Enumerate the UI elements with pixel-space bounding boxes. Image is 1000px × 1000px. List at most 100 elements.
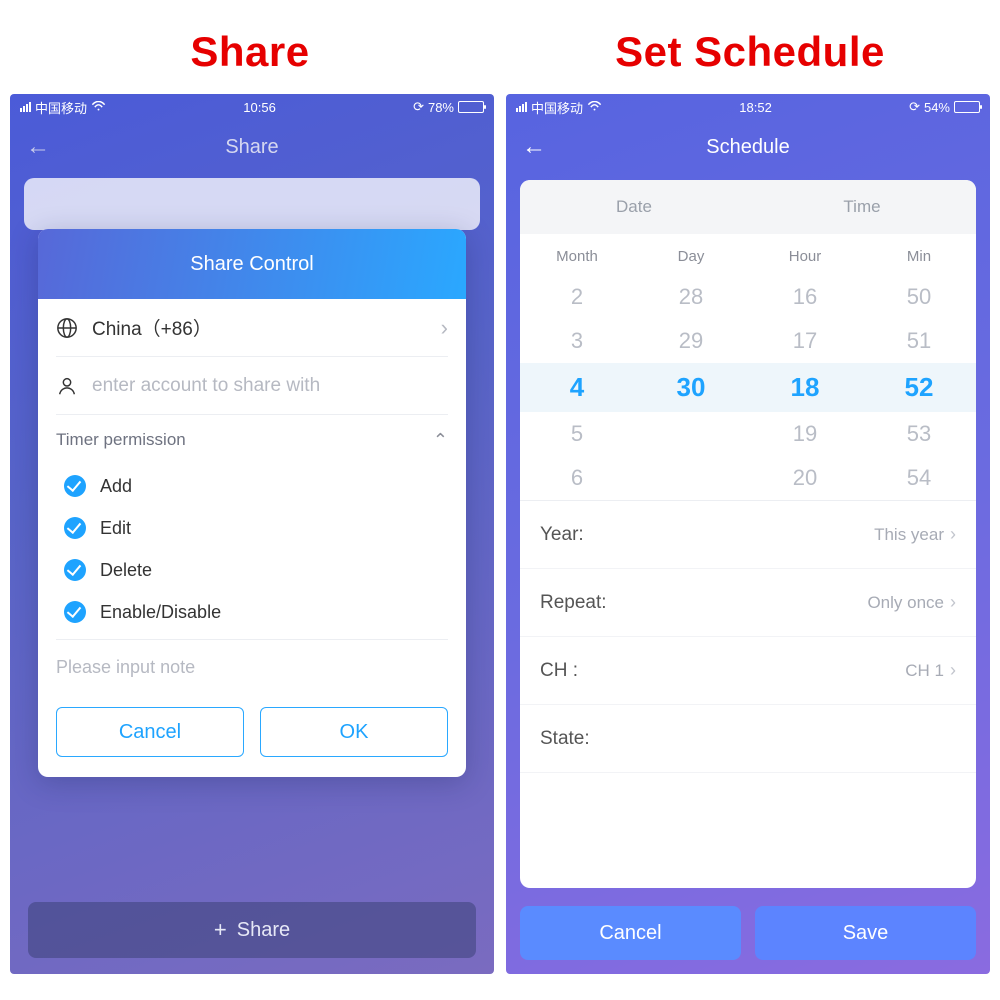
wifi-icon xyxy=(91,100,106,115)
timer-permission-label: Timer permission xyxy=(56,430,186,450)
battery-pct: 78% xyxy=(428,100,454,115)
picker-header: Hour xyxy=(748,238,862,275)
perm-delete[interactable]: Delete xyxy=(64,549,448,591)
carrier-label: 中国移动 xyxy=(531,98,583,117)
navbar: ← Share xyxy=(10,120,494,174)
wifi-icon xyxy=(587,100,602,115)
battery-icon xyxy=(954,101,980,113)
picker-cell[interactable]: 29 xyxy=(634,319,748,363)
status-time: 10:56 xyxy=(106,100,413,115)
rotation-lock-icon: ⟳ xyxy=(413,99,424,115)
picker-cell[interactable]: 50 xyxy=(862,275,976,319)
note-input[interactable]: Please input note xyxy=(56,639,448,695)
account-row[interactable]: enter account to share with xyxy=(56,357,448,415)
ok-button[interactable]: OK xyxy=(260,707,448,757)
navbar: ← Schedule xyxy=(506,120,990,174)
phone-share: 中国移动 10:56 ⟳ 78% ← Share Share Control xyxy=(10,94,494,974)
check-icon xyxy=(64,559,86,581)
share-control-dialog: Share Control China（+86） › enter account… xyxy=(38,229,466,777)
perm-label: Delete xyxy=(100,560,152,581)
tab-time[interactable]: Time xyxy=(748,180,976,234)
picker-cell[interactable]: 6 xyxy=(520,456,634,500)
nav-title: Share xyxy=(10,136,494,159)
picker-cell[interactable]: 2 xyxy=(520,275,634,319)
picker-cell[interactable]: 20 xyxy=(748,456,862,500)
year-label: Year: xyxy=(540,524,584,546)
chevron-right-icon: › xyxy=(441,315,448,341)
state-label: State: xyxy=(540,728,590,750)
perm-label: Edit xyxy=(100,518,131,539)
picker-header: Day xyxy=(634,238,748,275)
caption-share: Share xyxy=(0,0,500,94)
picker-cell[interactable]: 17 xyxy=(748,319,862,363)
check-icon xyxy=(64,475,86,497)
picker-cell[interactable]: 18 xyxy=(748,363,862,412)
battery-pct: 54% xyxy=(924,100,950,115)
status-bar: 中国移动 18:52 ⟳ 54% xyxy=(506,94,990,120)
state-row[interactable]: State: xyxy=(520,705,976,773)
picker-cell[interactable]: 16 xyxy=(748,275,862,319)
account-placeholder: enter account to share with xyxy=(92,375,320,397)
picker-cell[interactable]: 51 xyxy=(862,319,976,363)
picker-cell[interactable]: 3 xyxy=(520,319,634,363)
perm-add[interactable]: Add xyxy=(64,465,448,507)
share-label: Share xyxy=(237,919,290,942)
picker-header: Min xyxy=(862,238,976,275)
signal-icon xyxy=(20,102,31,112)
chevron-right-icon: › xyxy=(950,524,956,545)
picker-cell[interactable]: · xyxy=(634,456,748,500)
permission-list: Add Edit Delete Enable/Disable xyxy=(56,465,448,639)
repeat-row[interactable]: Repeat: Only once › xyxy=(520,569,976,637)
perm-label: Add xyxy=(100,476,132,497)
back-button[interactable]: ← xyxy=(522,135,546,159)
background-card xyxy=(24,178,480,230)
back-button[interactable]: ← xyxy=(26,135,50,159)
repeat-label: Repeat: xyxy=(540,592,607,614)
cancel-button[interactable]: Cancel xyxy=(520,906,741,960)
ch-label: CH : xyxy=(540,660,578,682)
repeat-value: Only once xyxy=(867,593,944,613)
country-label: China（+86） xyxy=(92,314,212,341)
cancel-button[interactable]: Cancel xyxy=(56,707,244,757)
note-placeholder: Please input note xyxy=(56,657,195,678)
tab-date[interactable]: Date xyxy=(520,180,748,234)
perm-enable-disable[interactable]: Enable/Disable xyxy=(64,591,448,633)
plus-icon: + xyxy=(214,917,227,943)
globe-icon xyxy=(56,317,78,339)
picker-cell[interactable]: 4 xyxy=(520,363,634,412)
datetime-picker[interactable]: MonthDayHourMin 2281650 3291751 4301852 5·19… xyxy=(520,234,976,500)
picker-cell[interactable]: · xyxy=(634,412,748,456)
country-row[interactable]: China（+86） › xyxy=(56,299,448,357)
phone-schedule: 中国移动 18:52 ⟳ 54% ← Schedule Date Time Mo… xyxy=(506,94,990,974)
status-bar: 中国移动 10:56 ⟳ 78% xyxy=(10,94,494,120)
dialog-title: Share Control xyxy=(38,229,466,299)
rotation-lock-icon: ⟳ xyxy=(909,99,920,115)
perm-edit[interactable]: Edit xyxy=(64,507,448,549)
ch-value: CH 1 xyxy=(905,661,944,681)
year-row[interactable]: Year: This year› xyxy=(520,501,976,569)
share-button[interactable]: + Share xyxy=(28,902,476,958)
picker-cell[interactable]: 54 xyxy=(862,456,976,500)
check-icon xyxy=(64,517,86,539)
chevron-right-icon: › xyxy=(950,660,956,681)
carrier-label: 中国移动 xyxy=(35,98,87,117)
picker-cell[interactable]: 28 xyxy=(634,275,748,319)
person-icon xyxy=(56,375,78,397)
picker-header: Month xyxy=(520,238,634,275)
perm-label: Enable/Disable xyxy=(100,602,221,623)
ch-row[interactable]: CH : CH 1 › xyxy=(520,637,976,705)
schedule-settings: Year: This year› Repeat: Only once › CH :… xyxy=(520,500,976,773)
picker-cell[interactable]: 5 xyxy=(520,412,634,456)
timer-permission-header[interactable]: Timer permission ⌃ xyxy=(56,415,448,465)
check-icon xyxy=(64,601,86,623)
status-time: 18:52 xyxy=(602,100,909,115)
picker-cell[interactable]: 52 xyxy=(862,363,976,412)
save-button[interactable]: Save xyxy=(755,906,976,960)
picker-cell[interactable]: 53 xyxy=(862,412,976,456)
caption-schedule: Set Schedule xyxy=(500,0,1000,94)
schedule-card: Date Time MonthDayHourMin 2281650 3291751 4… xyxy=(520,180,976,888)
picker-cell[interactable]: 30 xyxy=(634,363,748,412)
chevron-right-icon: › xyxy=(950,592,956,613)
picker-cell[interactable]: 19 xyxy=(748,412,862,456)
battery-icon xyxy=(458,101,484,113)
